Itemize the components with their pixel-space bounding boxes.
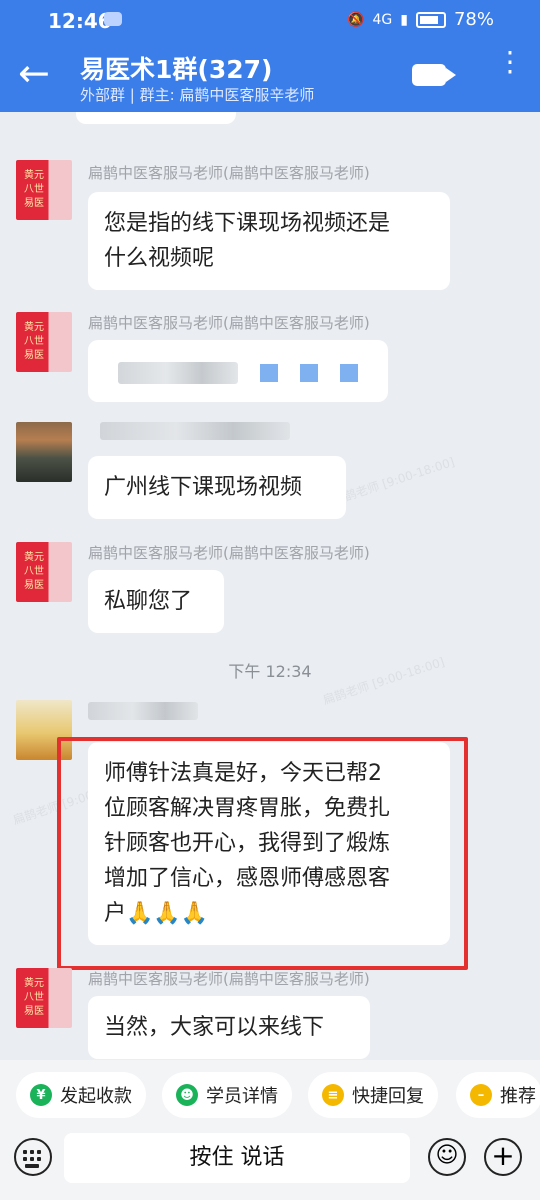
blurred-text xyxy=(118,362,238,384)
blurred-link xyxy=(300,364,318,382)
quick-action-label: 快捷回复 xyxy=(352,1086,424,1107)
chat-area[interactable]: 扁鹊老师 [9:00-18:00] 扁鹊老师 [9:00-18:00] 扁鹊老师… xyxy=(0,112,540,1060)
arrow-left-icon[interactable]: ← xyxy=(18,54,50,92)
sender-name: 扁鹊中医客服马老师(扁鹊中医客服马老师) xyxy=(88,544,370,562)
status-right: 🔕 4G ▮ 78% xyxy=(347,9,494,30)
signal-icon: ▮ xyxy=(400,11,408,28)
group-title: 易医术1群(327) xyxy=(80,55,273,84)
message-line: 什么视频呢 xyxy=(104,246,215,271)
battery-percent: 78% xyxy=(453,9,494,30)
mute-bell-icon: 🔕 xyxy=(347,11,365,28)
message-line: 您是指的线下课现场视频还是 xyxy=(104,211,391,236)
recommend-icon: – xyxy=(470,1084,492,1106)
yen-icon: ¥ xyxy=(30,1084,52,1106)
input-bar: 按住 说话 ☺ + xyxy=(0,1130,540,1200)
avatar[interactable] xyxy=(16,422,72,482)
quick-action-bar: ¥ 发起收款 ☻ 学员详情 ≡ 快捷回复 – 推荐 xyxy=(0,1060,540,1130)
chat-bubble[interactable]: 广州线下课现场视频 xyxy=(88,456,346,519)
time-separator: 下午 12:34 xyxy=(228,662,312,681)
chat-bubble[interactable]: 当然，大家可以来线下 xyxy=(88,996,370,1059)
collect-payment-button[interactable]: ¥ 发起收款 xyxy=(16,1072,146,1118)
recommend-button[interactable]: – 推荐 xyxy=(456,1072,540,1118)
highlight-box xyxy=(57,737,468,970)
sender-name: 扁鹊中医客服马老师(扁鹊中医客服马老师) xyxy=(88,314,370,332)
video-call-icon[interactable] xyxy=(412,64,456,86)
chat-header: 12:46 🔕 4G ▮ 78% ← 易医术1群(327) 外部群 | 群主: … xyxy=(0,0,540,112)
battery-icon xyxy=(415,11,446,28)
avatar[interactable]: 黄元 八世 易医 xyxy=(16,312,72,372)
message-line: 当然，大家可以来线下 xyxy=(104,1015,325,1040)
hold-to-talk-button[interactable]: 按住 说话 xyxy=(64,1133,410,1183)
student-details-button[interactable]: ☻ 学员详情 xyxy=(162,1072,292,1118)
blurred-sender-name xyxy=(100,422,290,440)
group-subtitle: 外部群 | 群主: 扁鹊中医客服辛老师 xyxy=(80,86,315,104)
quick-action-label: 发起收款 xyxy=(60,1086,132,1107)
chat-bubble[interactable]: 私聊您了 xyxy=(88,570,224,633)
sender-name: 扁鹊中医客服马老师(扁鹊中医客服马老师) xyxy=(88,164,370,182)
keyboard-icon[interactable] xyxy=(14,1138,52,1176)
status-time: 12:46 xyxy=(48,9,112,33)
message-line: 私聊您了 xyxy=(104,589,193,614)
chat-bubble-blurred[interactable] xyxy=(88,340,388,402)
blurred-sender-name xyxy=(88,702,198,720)
watermark: 扁鹊老师 [9:00-18:00] xyxy=(331,454,457,508)
user-card-icon: ☻ xyxy=(176,1084,198,1106)
sender-name: 扁鹊中医客服马老师(扁鹊中医客服马老师) xyxy=(88,970,370,988)
quick-action-label: 学员详情 xyxy=(206,1086,278,1107)
avatar[interactable]: 黄元 八世 易医 xyxy=(16,542,72,602)
emoji-icon[interactable]: ☺ xyxy=(428,1138,466,1176)
avatar[interactable]: 黄元 八世 易医 xyxy=(16,160,72,220)
network-label: 4G xyxy=(372,11,393,28)
avatar[interactable]: 黄元 八世 易医 xyxy=(16,968,72,1028)
status-bar: 12:46 🔕 4G ▮ 78% xyxy=(0,0,540,40)
quick-action-label: 推荐 xyxy=(500,1086,536,1107)
quick-reply-button[interactable]: ≡ 快捷回复 xyxy=(308,1072,438,1118)
quick-reply-icon: ≡ xyxy=(322,1084,344,1106)
more-vertical-icon[interactable]: ⋮ xyxy=(496,48,524,76)
plus-icon[interactable]: + xyxy=(484,1138,522,1176)
chat-bubble-partial xyxy=(76,112,236,124)
cloud-icon xyxy=(104,12,122,26)
blurred-link xyxy=(340,364,358,382)
blurred-link xyxy=(260,364,278,382)
message-line: 广州线下课现场视频 xyxy=(104,475,303,500)
chat-bubble[interactable]: 您是指的线下课现场视频还是 什么视频呢 xyxy=(88,192,450,290)
